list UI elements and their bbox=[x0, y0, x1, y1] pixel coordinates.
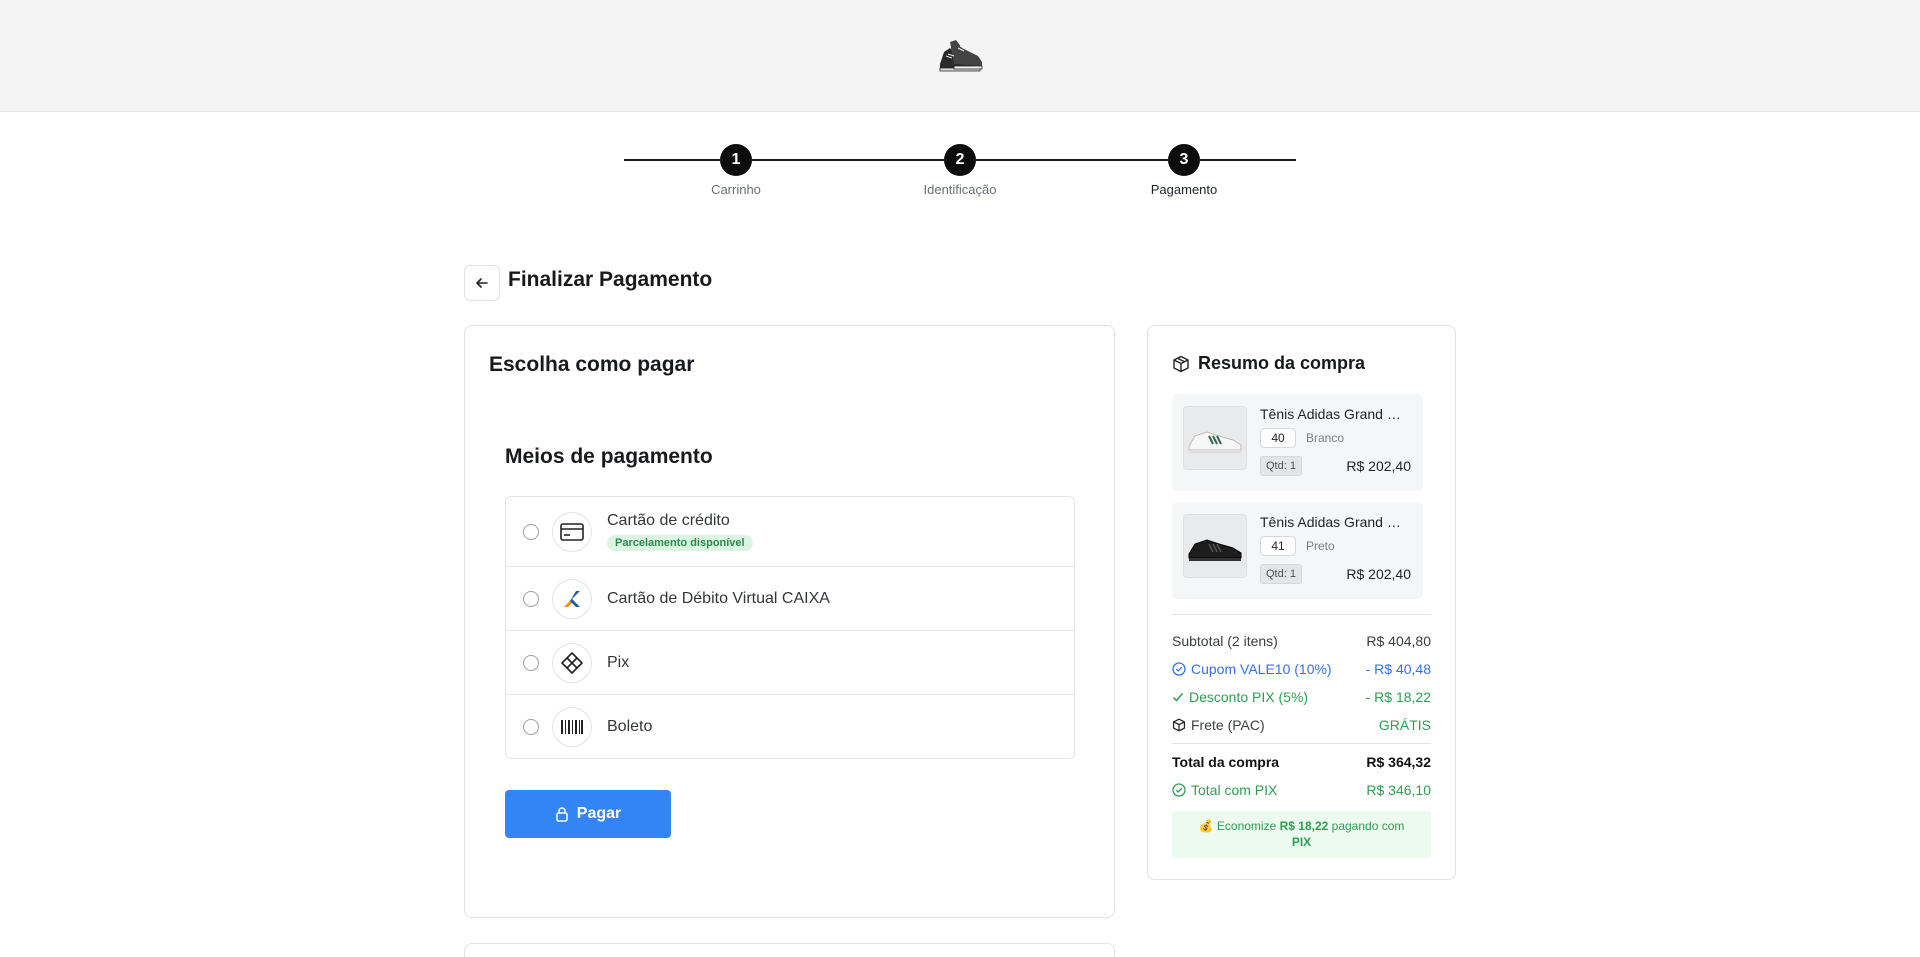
coupon-label: Cupom VALE10 (10%) bbox=[1191, 661, 1332, 677]
color-label: Branco bbox=[1306, 431, 1345, 445]
method-pix[interactable]: Pix bbox=[506, 630, 1074, 694]
total-value: R$ 364,32 bbox=[1366, 754, 1431, 770]
back-button[interactable] bbox=[464, 265, 500, 301]
pix-discount-row: Desconto PIX (5%) - R$ 18,22 bbox=[1172, 689, 1431, 705]
coupon-value: - R$ 40,48 bbox=[1365, 661, 1431, 677]
pix-icon bbox=[552, 642, 592, 683]
step-label: Identificação bbox=[923, 182, 997, 197]
cart-item[interactable]: Tênis Adidas Grand Court 40 Branco Qtd: … bbox=[1172, 394, 1423, 491]
method-caixa-debit[interactable]: Cartão de Débito Virtual CAIXA bbox=[506, 566, 1074, 630]
arrow-left-icon bbox=[476, 278, 488, 288]
total-label: Total da compra bbox=[1172, 754, 1280, 770]
caixa-logo-icon bbox=[552, 578, 592, 619]
step-number: 2 bbox=[944, 144, 976, 176]
credit-card-icon bbox=[552, 511, 592, 552]
installment-badge: Parcelamento disponível bbox=[607, 535, 753, 551]
total-row: Total da compra R$ 364,32 bbox=[1172, 754, 1431, 770]
barcode-icon bbox=[552, 706, 592, 747]
product-image bbox=[1183, 514, 1247, 578]
method-credit-card[interactable]: Cartão de crédito Parcelamento disponíve… bbox=[506, 497, 1074, 566]
savings-prefix: 💰 Economize bbox=[1198, 819, 1280, 833]
method-label: Cartão de crédito bbox=[607, 512, 730, 529]
checkout-stepper: 1 Carrinho 2 Identificação 3 Pagamento bbox=[624, 144, 1296, 204]
quantity-badge: Qtd: 1 bbox=[1260, 564, 1302, 584]
method-label: Cartão de Débito Virtual CAIXA bbox=[607, 589, 830, 607]
step-number: 3 bbox=[1168, 144, 1200, 176]
payment-methods-list: Cartão de crédito Parcelamento disponíve… bbox=[505, 496, 1075, 759]
size-badge: 40 bbox=[1260, 428, 1296, 448]
shipping-row: Frete (PAC) GRÁTIS bbox=[1172, 717, 1431, 733]
summary-divider bbox=[1172, 743, 1431, 744]
subtotal-value: R$ 404,80 bbox=[1366, 633, 1431, 649]
item-price: R$ 202,40 bbox=[1346, 458, 1411, 474]
pix-discount-value: - R$ 18,22 bbox=[1365, 689, 1431, 705]
summary-title: Resumo da compra bbox=[1172, 353, 1365, 374]
item-price: R$ 202,40 bbox=[1346, 566, 1411, 582]
pay-button-label: Pagar bbox=[576, 805, 622, 822]
next-section-card bbox=[464, 943, 1115, 957]
package-icon bbox=[1172, 718, 1186, 732]
product-name: Tênis Adidas Grand Court bbox=[1260, 514, 1410, 530]
step-identification[interactable]: 2 Identificação bbox=[900, 144, 1020, 197]
cart-item[interactable]: Tênis Adidas Grand Court 41 Preto Qtd: 1… bbox=[1172, 502, 1423, 599]
lock-icon bbox=[556, 807, 568, 822]
step-label: Pagamento bbox=[1150, 182, 1218, 197]
size-badge: 41 bbox=[1260, 536, 1296, 556]
color-label: Preto bbox=[1306, 539, 1335, 553]
radio-button[interactable] bbox=[523, 590, 539, 607]
payment-card: Escolha como pagar Meios de pagamento Ca… bbox=[464, 325, 1115, 918]
summary-title-text: Resumo da compra bbox=[1198, 353, 1366, 373]
quantity-badge: Qtd: 1 bbox=[1260, 456, 1302, 476]
payment-methods-title: Meios de pagamento bbox=[505, 445, 713, 468]
check-circle-icon bbox=[1172, 662, 1186, 676]
total-pix-label: Total com PIX bbox=[1191, 782, 1278, 798]
step-number: 1 bbox=[720, 144, 752, 176]
step-payment[interactable]: 3 Pagamento bbox=[1124, 144, 1244, 197]
payment-card-title: Escolha como pagar bbox=[489, 353, 695, 376]
shipping-label: Frete (PAC) bbox=[1191, 717, 1265, 733]
step-cart[interactable]: 1 Carrinho bbox=[676, 144, 796, 197]
check-circle-icon bbox=[1172, 783, 1186, 797]
subtotal-row: Subtotal (2 itens) R$ 404,80 bbox=[1172, 633, 1431, 649]
summary-divider bbox=[1172, 614, 1431, 615]
check-icon bbox=[1172, 693, 1184, 702]
radio-button[interactable] bbox=[523, 523, 539, 540]
savings-amount: R$ 18,22 bbox=[1279, 819, 1329, 833]
step-label: Carrinho bbox=[711, 182, 761, 197]
product-name: Tênis Adidas Grand Court bbox=[1260, 406, 1410, 422]
method-label: Pix bbox=[607, 653, 630, 671]
method-boleto[interactable]: Boleto bbox=[506, 694, 1074, 758]
total-pix-value: R$ 346,10 bbox=[1366, 782, 1431, 798]
pix-discount-label: Desconto PIX (5%) bbox=[1189, 689, 1309, 705]
radio-button[interactable] bbox=[523, 654, 539, 671]
sneaker-logo-icon[interactable] bbox=[934, 34, 986, 78]
site-header bbox=[0, 0, 1920, 112]
radio-button[interactable] bbox=[523, 718, 539, 735]
savings-middle: pagando com bbox=[1328, 819, 1405, 833]
method-label: Boleto bbox=[607, 717, 653, 735]
shipping-value: GRÁTIS bbox=[1378, 717, 1431, 733]
product-image bbox=[1183, 406, 1247, 470]
coupon-row: Cupom VALE10 (10%) - R$ 40,48 bbox=[1172, 661, 1431, 677]
page-title: Finalizar Pagamento bbox=[508, 268, 713, 291]
subtotal-label: Subtotal (2 itens) bbox=[1172, 633, 1278, 649]
order-summary-card: Resumo da compra Tênis Adidas Grand Cour… bbox=[1147, 325, 1456, 880]
pay-button[interactable]: Pagar bbox=[505, 790, 671, 838]
savings-banner: 💰 Economize R$ 18,22 pagando com PIX bbox=[1172, 811, 1431, 858]
savings-method: PIX bbox=[1291, 835, 1312, 849]
total-pix-row: Total com PIX R$ 346,10 bbox=[1172, 782, 1431, 798]
package-icon bbox=[1173, 355, 1189, 372]
